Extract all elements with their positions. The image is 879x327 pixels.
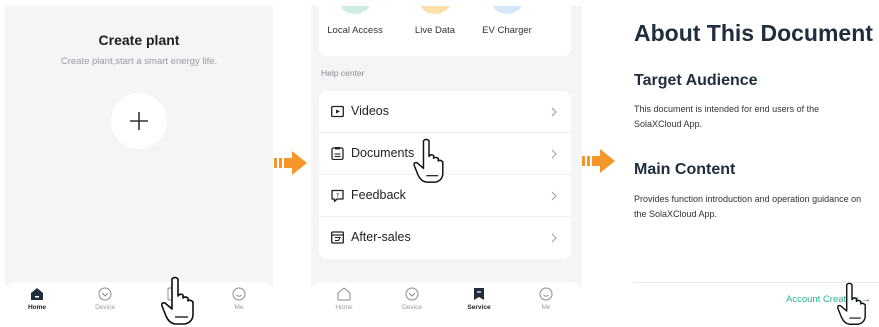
quick-action-label: Live Data bbox=[414, 25, 456, 36]
live-data-icon bbox=[420, 6, 450, 14]
tab-me-label: Me bbox=[541, 304, 551, 311]
svg-text:?: ? bbox=[336, 192, 339, 199]
device-icon bbox=[405, 287, 419, 301]
bottom-tab-bar: Home Device Service Me bbox=[5, 282, 273, 322]
chevron-right-icon bbox=[551, 233, 557, 243]
document-screen: About This Document Target Audience This… bbox=[619, 6, 879, 322]
page-subtitle: Create plant,start a smart energy life. bbox=[60, 56, 218, 67]
add-plant-button[interactable] bbox=[111, 93, 167, 149]
ev-charger-icon bbox=[492, 6, 522, 14]
create-plant-screen: Create plant Create plant,start a smart … bbox=[5, 6, 273, 322]
help-item-label: After-sales bbox=[351, 230, 411, 244]
service-screen: Local Access Live Data EV Charger Help c… bbox=[311, 6, 582, 322]
video-icon bbox=[331, 105, 344, 118]
help-item-videos[interactable]: Videos bbox=[319, 91, 571, 133]
section-text: Provides function introduction and opera… bbox=[634, 194, 862, 219]
tab-me[interactable]: Me bbox=[526, 287, 566, 311]
pointer-hand-icon bbox=[161, 276, 194, 325]
feedback-icon: ? bbox=[331, 189, 344, 202]
chevron-right-icon bbox=[551, 107, 557, 117]
after-sales-icon bbox=[331, 231, 344, 244]
help-center-heading: Help center bbox=[321, 68, 365, 78]
step-arrow-icon bbox=[274, 151, 307, 175]
me-icon bbox=[232, 287, 246, 301]
tab-home[interactable]: Home bbox=[324, 287, 364, 311]
tab-device[interactable]: Device bbox=[392, 287, 432, 311]
tab-device-label: Device bbox=[95, 304, 115, 311]
help-item-label: Documents bbox=[351, 146, 415, 160]
pointer-hand-icon bbox=[413, 138, 444, 183]
me-icon bbox=[539, 287, 553, 301]
quick-actions-card: Local Access Live Data EV Charger bbox=[319, 6, 571, 56]
chevron-right-icon bbox=[551, 149, 557, 159]
document-title: About This Document bbox=[634, 20, 873, 46]
tab-home-label: Home bbox=[335, 304, 353, 311]
local-access-icon bbox=[340, 6, 370, 14]
tab-device-label: Device bbox=[402, 304, 422, 311]
tab-me-label: Me bbox=[234, 304, 244, 311]
quick-action-label: Local Access bbox=[327, 25, 383, 36]
home-icon bbox=[31, 288, 43, 300]
tab-service-label: Service bbox=[467, 304, 491, 311]
home-icon bbox=[337, 287, 351, 301]
device-icon bbox=[98, 287, 112, 301]
quick-action-label: EV Charger bbox=[482, 25, 532, 36]
section-heading: Target Audience bbox=[634, 72, 758, 89]
tab-me[interactable]: Me bbox=[219, 287, 259, 311]
help-item-label: Feedback bbox=[351, 188, 406, 202]
service-icon bbox=[474, 288, 484, 300]
tab-home[interactable]: Home bbox=[17, 287, 57, 311]
step-arrow-icon bbox=[582, 149, 615, 173]
page-title: Create plant bbox=[98, 32, 180, 48]
pointer-hand-icon bbox=[837, 282, 866, 325]
section-heading: Main Content bbox=[634, 161, 736, 178]
document-icon bbox=[331, 147, 344, 160]
help-item-after-sales[interactable]: After-sales bbox=[319, 217, 571, 259]
help-item-label: Videos bbox=[351, 104, 389, 118]
section-text: This document is intended for end users … bbox=[634, 104, 820, 129]
bottom-tab-bar: Home Device Service Me bbox=[311, 282, 582, 322]
chevron-right-icon bbox=[551, 191, 557, 201]
plus-icon bbox=[130, 112, 148, 130]
tab-device[interactable]: Device bbox=[85, 287, 125, 311]
tab-home-label: Home bbox=[27, 304, 47, 311]
tab-service[interactable]: Service bbox=[459, 287, 499, 311]
